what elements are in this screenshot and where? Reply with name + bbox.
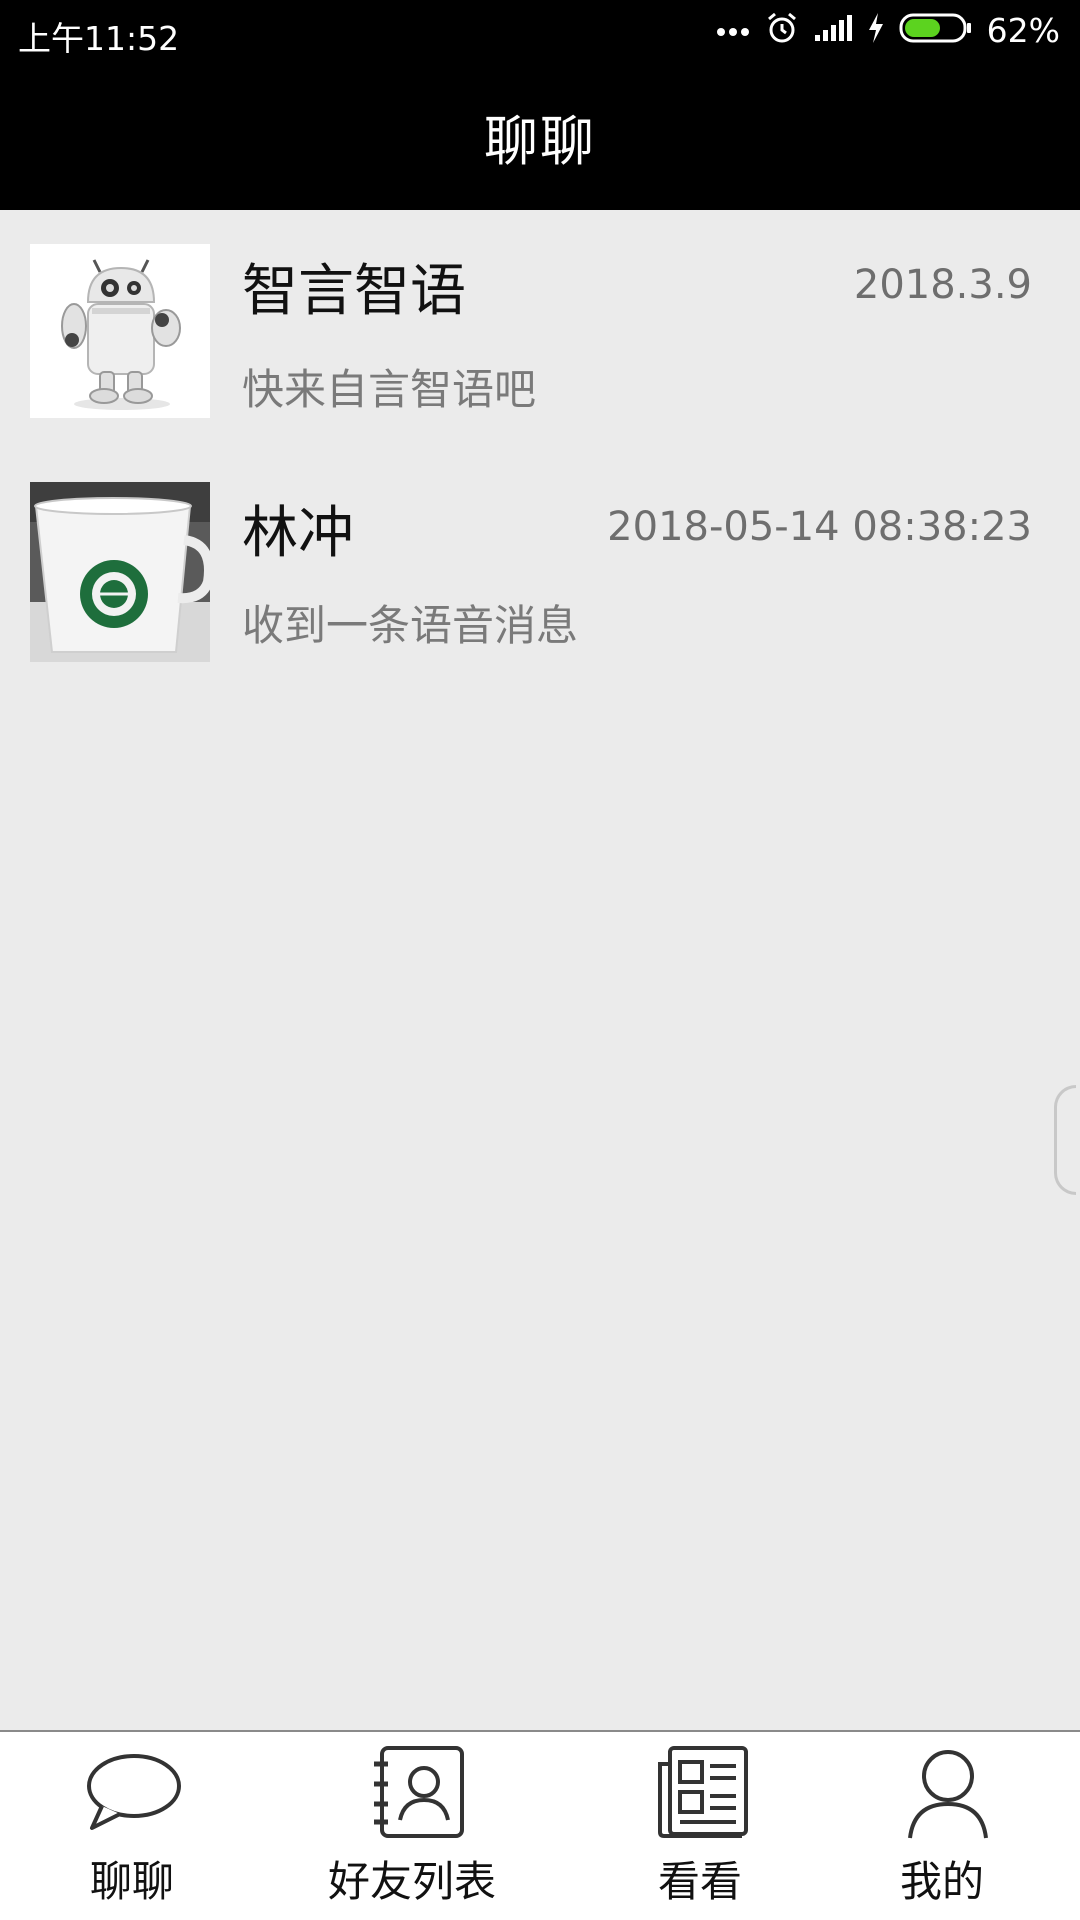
battery-icon	[899, 12, 973, 48]
nav-label: 好友列表	[328, 1857, 497, 1906]
person-icon	[902, 1742, 992, 1846]
chat-time: 2018.3.9	[853, 262, 1032, 308]
chat-name: 智言智语	[242, 259, 466, 324]
chat-name: 林冲	[242, 501, 354, 566]
title-bar: 聊聊	[0, 62, 1080, 210]
chat-preview: 快来自言智语吧	[242, 365, 537, 414]
chat-preview: 收到一条语音消息	[242, 601, 579, 650]
chat-item[interactable]: 智言智语 2018.3.9 快来自言智语吧	[0, 210, 1080, 450]
edge-pull-handle[interactable]	[1054, 1085, 1076, 1195]
nav-label: 聊聊	[90, 1857, 175, 1906]
page-title: 聊聊	[484, 109, 596, 173]
chat-screen: 上午11:52 62% 聊聊 智言智语 2018.3.9 快来自言智语吧 林冲 …	[0, 0, 1080, 1920]
chat-item[interactable]: 林冲 2018-05-14 08:38:23 收到一条语音消息	[0, 450, 1080, 690]
status-icons: 62%	[715, 10, 1060, 50]
nav-item-chat[interactable]: 聊聊	[0, 1732, 270, 1920]
cup-avatar	[30, 482, 210, 662]
nav-label: 看看	[658, 1857, 743, 1906]
bottom-navigation: 聊聊 好友列表 看看 我的	[0, 1730, 1080, 1920]
more-dots-icon	[715, 21, 751, 40]
status-time: 上午11:52	[18, 19, 180, 58]
news-icon	[656, 1744, 752, 1844]
nav-item-discover[interactable]: 看看	[570, 1732, 840, 1920]
nav-label: 我的	[900, 1857, 985, 1906]
nav-item-me[interactable]: 我的	[840, 1732, 1080, 1920]
contacts-book-icon	[368, 1744, 468, 1844]
signal-icon	[813, 13, 853, 47]
battery-percent: 62%	[986, 10, 1060, 50]
status-bar: 上午11:52 62%	[0, 0, 1080, 62]
charging-icon	[867, 12, 885, 48]
nav-item-friends[interactable]: 好友列表	[270, 1732, 570, 1920]
robot-avatar	[30, 244, 210, 418]
chat-list: 智言智语 2018.3.9 快来自言智语吧 林冲 2018-05-14 08:3…	[0, 210, 1080, 690]
chat-time: 2018-05-14 08:38:23	[607, 504, 1032, 550]
alarm-icon	[765, 11, 799, 49]
chat-bubble-icon	[84, 1748, 184, 1838]
